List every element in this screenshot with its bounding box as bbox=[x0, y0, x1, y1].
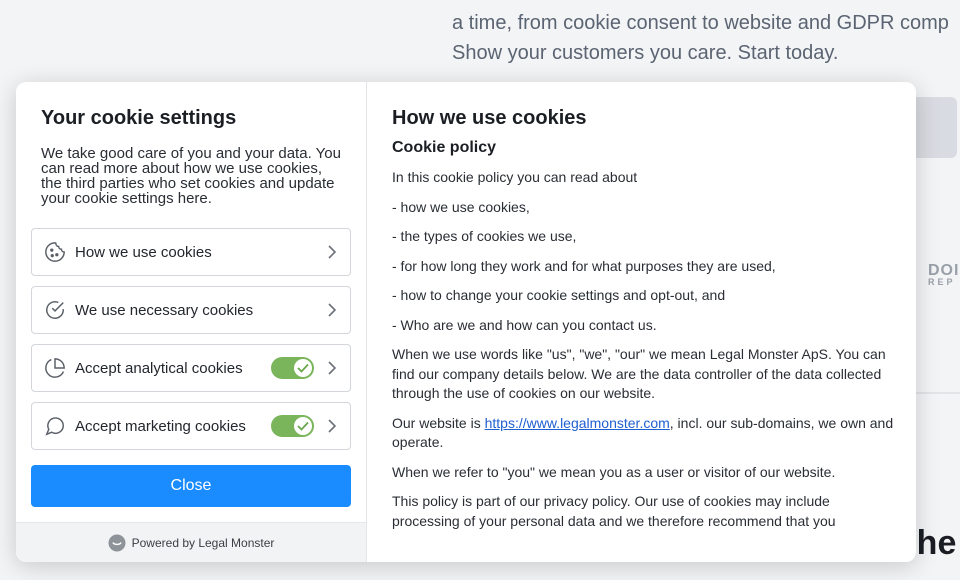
background-text-line: Show your customers you care. Start toda… bbox=[452, 42, 839, 64]
cookie-icon bbox=[43, 240, 67, 264]
powered-by-text: Powered by Legal Monster bbox=[131, 535, 275, 550]
pie-chart-icon bbox=[43, 356, 67, 380]
analytical-cookies-toggle[interactable] bbox=[271, 357, 314, 379]
policy-paragraph: When we use words like "us", "we", "our"… bbox=[392, 346, 886, 401]
option-label: Accept analytical cookies bbox=[75, 359, 243, 377]
policy-paragraph: This policy is part of our privacy polic… bbox=[392, 493, 836, 529]
marketing-cookies-toggle[interactable] bbox=[271, 415, 314, 437]
settings-intro: We take good care of you and your data. … bbox=[41, 145, 341, 207]
chevron-right-icon bbox=[326, 303, 338, 317]
cookie-settings-modal: Your cookie settings We take good care o… bbox=[16, 82, 916, 562]
background-text: a time, from cookie consent to website a… bbox=[452, 0, 949, 68]
policy-title: How we use cookies bbox=[392, 107, 587, 129]
policy-bullet: - Who are we and how can you contact us. bbox=[392, 316, 657, 333]
policy-intro: In this cookie policy you can read about bbox=[392, 169, 638, 185]
option-label: Accept marketing cookies bbox=[75, 417, 246, 435]
option-necessary-cookies[interactable]: We use necessary cookies bbox=[31, 286, 351, 334]
settings-title: Your cookie settings bbox=[41, 107, 237, 129]
policy-text: Our website is bbox=[392, 414, 485, 431]
option-how-we-use-cookies[interactable]: How we use cookies bbox=[31, 228, 351, 276]
option-label: How we use cookies bbox=[75, 243, 212, 261]
background-text-line: a time, from cookie consent to website a… bbox=[452, 12, 949, 34]
policy-paragraph: When we refer to "you" we mean you as a … bbox=[392, 463, 836, 480]
check-icon bbox=[294, 359, 312, 377]
background-divider bbox=[916, 392, 960, 394]
check-circle-icon bbox=[43, 298, 67, 322]
chevron-right-icon bbox=[326, 361, 338, 375]
legal-monster-logo-icon bbox=[108, 534, 126, 552]
chevron-right-icon bbox=[326, 245, 338, 259]
chevron-right-icon bbox=[326, 419, 338, 433]
check-icon bbox=[294, 417, 312, 435]
speech-bubble-icon bbox=[43, 414, 67, 438]
policy-subtitle: Cookie policy bbox=[392, 139, 497, 156]
cookie-settings-panel: Your cookie settings We take good care o… bbox=[16, 82, 367, 562]
policy-bullet: - the types of cookies we use, bbox=[392, 228, 577, 244]
close-button[interactable]: Close bbox=[31, 465, 351, 507]
option-marketing-cookies[interactable]: Accept marketing cookies bbox=[31, 402, 351, 450]
cookie-policy-panel: How we use cookies Cookie policy In this… bbox=[367, 82, 916, 562]
option-analytical-cookies[interactable]: Accept analytical cookies bbox=[31, 344, 351, 392]
policy-bullet: - how to change your cookie settings and… bbox=[392, 287, 726, 303]
policy-bullet: - for how long they work and for what pu… bbox=[392, 257, 776, 274]
policy-bullet: - how we use cookies, bbox=[392, 198, 530, 215]
policy-paragraph: Our website is https://www.legalmonster.… bbox=[392, 414, 896, 453]
powered-by-footer: Powered by Legal Monster bbox=[16, 522, 366, 562]
option-label: We use necessary cookies bbox=[75, 301, 254, 319]
website-link[interactable]: https://www.legalmonster.com bbox=[485, 415, 670, 431]
